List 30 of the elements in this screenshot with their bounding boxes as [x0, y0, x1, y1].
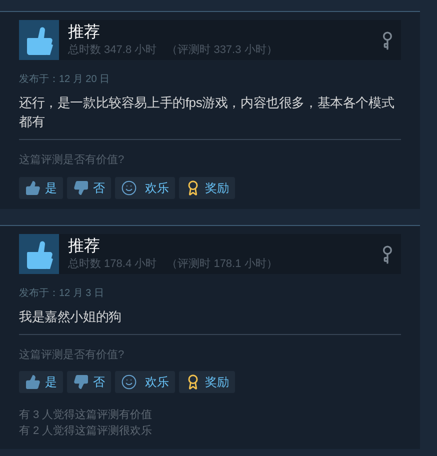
review-hours: （评测时 337.3 小时） — [166, 43, 278, 57]
total-hours: 总时数 347.8 小时 — [68, 43, 157, 57]
recommendation-title: 推荐 — [68, 23, 101, 43]
helpful-question: 这篇评测是否有价值? — [19, 152, 126, 168]
vote-button[interactable]: 欢乐 — [115, 176, 175, 198]
thumbs-down-icon — [73, 374, 89, 390]
helpful-question: 这篇评测是否有价值? — [19, 348, 126, 362]
vote-button[interactable]: 否 — [67, 176, 111, 198]
post-date: 发布于：12 月 3 日 — [19, 286, 106, 300]
vote-button[interactable]: 是 — [19, 371, 63, 393]
review-text: 还行，是一款比较容易上手的fps游戏，内容也很多，基本各个模式都有 — [19, 94, 396, 131]
review-text: 我是嘉然小姐的狗 — [19, 308, 122, 326]
thumbs-up-icon — [19, 234, 59, 274]
vote-button[interactable]: 是 — [19, 176, 63, 198]
vote-button[interactable]: 否 — [67, 371, 111, 393]
post-date: 发布于：12 月 20 日 — [19, 73, 111, 87]
vote-button[interactable]: 欢乐 — [115, 371, 175, 393]
recommendation-title: 推荐 — [68, 236, 101, 256]
vote-button[interactable]: 奖励 — [179, 371, 235, 393]
vote-button[interactable]: 奖励 — [179, 176, 235, 198]
thumbs-up-icon — [25, 374, 41, 390]
review-hours: （评测时 178.1 小时） — [166, 256, 278, 270]
smile-icon — [121, 180, 137, 196]
thumbs-up-icon — [19, 20, 59, 60]
thumbs-up-icon — [25, 180, 41, 196]
total-hours: 总时数 178.4 小时 — [68, 256, 157, 270]
smile-icon — [121, 374, 137, 390]
helpful-count: 有 2 人觉得这篇评测很欢乐 — [19, 424, 154, 439]
thumbs-down-icon — [73, 180, 89, 196]
helpful-count: 有 3 人觉得这篇评测有价值 — [19, 408, 154, 423]
